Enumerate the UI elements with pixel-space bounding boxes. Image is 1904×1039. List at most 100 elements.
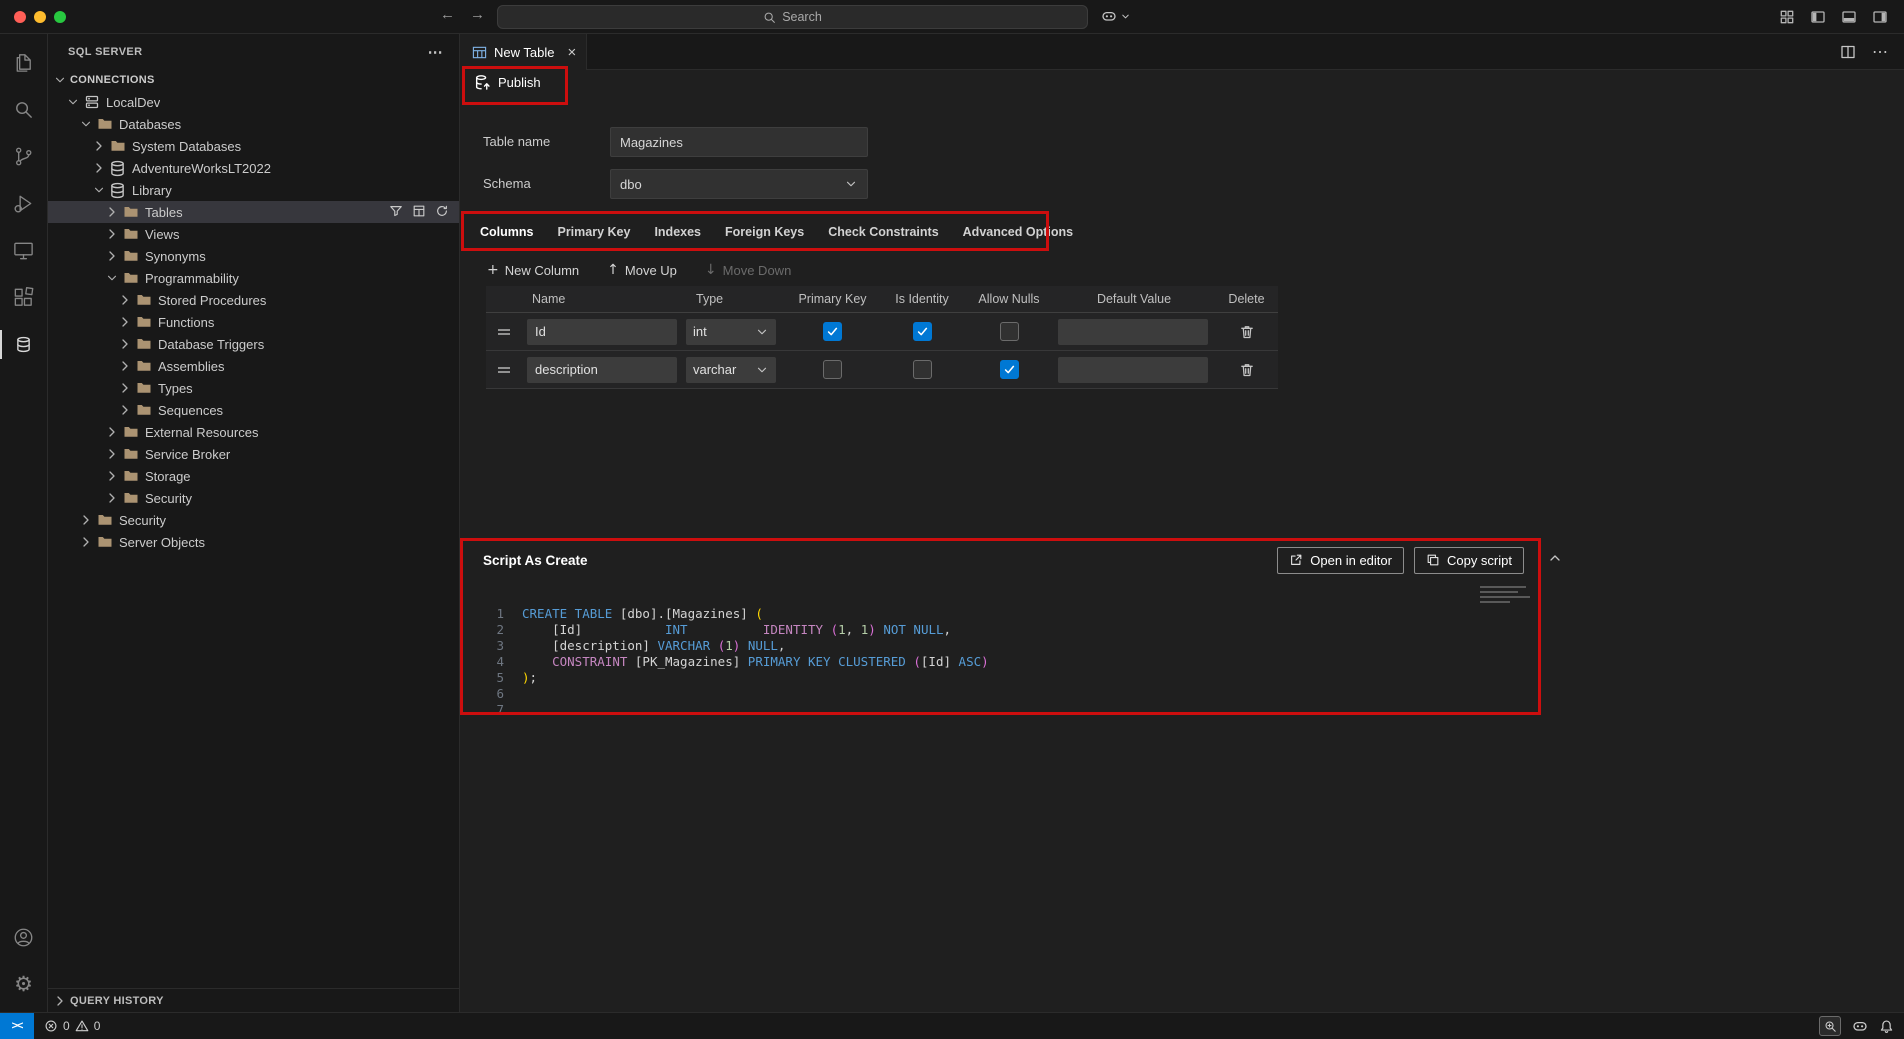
schema-select[interactable]: dbo — [610, 169, 868, 199]
designer-tab-columns[interactable]: Columns — [468, 215, 545, 251]
copilot-status-icon[interactable] — [1852, 1018, 1868, 1034]
script-button-copy-script[interactable]: Copy script — [1414, 547, 1524, 574]
activity-item-sql-server[interactable] — [0, 321, 48, 368]
close-window-button[interactable] — [14, 11, 26, 23]
allow-nulls-checkbox[interactable] — [1000, 360, 1019, 379]
title-bar: ← → Search — [0, 0, 1904, 34]
column-header-allow-nulls: Allow Nulls — [965, 292, 1053, 306]
back-icon[interactable]: ← — [440, 6, 455, 23]
delete-row-icon[interactable] — [1239, 324, 1255, 340]
column-type-value: int — [693, 324, 707, 339]
default-value-input[interactable] — [1058, 319, 1208, 345]
open-external-icon — [1289, 553, 1303, 567]
drag-handle[interactable] — [486, 328, 522, 336]
collapse-script-icon[interactable] — [1547, 550, 1563, 566]
tree-item-system-databases[interactable]: System Databases — [48, 135, 459, 157]
command-center-search[interactable]: Search — [497, 5, 1088, 29]
toggle-secondary-sidebar-icon[interactable] — [1872, 9, 1888, 25]
copilot-menu[interactable] — [1101, 8, 1131, 24]
toggle-panel-icon[interactable] — [1841, 9, 1857, 25]
tree-action-filter-icon[interactable] — [389, 204, 403, 221]
table-name-input[interactable] — [610, 127, 868, 157]
column-name-input[interactable] — [527, 319, 677, 345]
tree-item-localdev[interactable]: LocalDev — [48, 91, 459, 113]
tree-item-database-triggers[interactable]: Database Triggers — [48, 333, 459, 355]
activity-item-remote-explorer[interactable] — [0, 227, 48, 274]
tree-item-programmability[interactable]: Programmability — [48, 267, 459, 289]
allow-nulls-checkbox[interactable] — [1000, 322, 1019, 341]
folder-icon — [122, 204, 139, 220]
tree-item-server-objects[interactable]: Server Objects — [48, 531, 459, 553]
toggle-primary-sidebar-icon[interactable] — [1810, 9, 1826, 25]
chevron-right-icon — [104, 226, 120, 242]
toolbar-move-up[interactable]: ↑Move Up — [607, 263, 677, 278]
default-value-input[interactable] — [1058, 357, 1208, 383]
notifications-bell-icon[interactable] — [1879, 1019, 1894, 1034]
chevron-down-icon — [1120, 11, 1131, 22]
activity-item-settings[interactable]: ⚙ — [0, 961, 48, 1008]
activity-item-extensions[interactable] — [0, 274, 48, 321]
tree-item-databases[interactable]: Databases — [48, 113, 459, 135]
close-tab-icon[interactable]: × — [567, 44, 576, 61]
delete-row-icon[interactable] — [1239, 362, 1255, 378]
sidebar-section-connections[interactable]: CONNECTIONS — [48, 69, 459, 91]
sidebar-more-actions-icon[interactable]: ⋯ — [428, 43, 443, 61]
primary-key-checkbox[interactable] — [823, 360, 842, 379]
toolbar-new-column[interactable]: +New Column — [487, 263, 579, 278]
zoom-window-button[interactable] — [54, 11, 66, 23]
column-type-select[interactable]: varchar — [686, 357, 776, 383]
tree-item-security[interactable]: Security — [48, 509, 459, 531]
split-editor-icon[interactable] — [1840, 44, 1856, 60]
tree-item-assemblies[interactable]: Assemblies — [48, 355, 459, 377]
is-identity-checkbox[interactable] — [913, 322, 932, 341]
minimize-window-button[interactable] — [34, 11, 46, 23]
designer-tab-indexes[interactable]: Indexes — [642, 215, 713, 251]
problems-indicator[interactable]: 0 0 — [44, 1019, 100, 1033]
column-type-select[interactable]: int — [686, 319, 776, 345]
tree-item-security[interactable]: Security — [48, 487, 459, 509]
primary-key-checkbox[interactable] — [823, 322, 842, 341]
chevron-right-icon — [104, 248, 120, 264]
customize-layout-icon[interactable] — [1779, 9, 1795, 25]
tree-item-views[interactable]: Views — [48, 223, 459, 245]
query-history-section[interactable]: QUERY HISTORY — [48, 988, 459, 1012]
forward-icon[interactable]: → — [470, 6, 485, 23]
tree-item-functions[interactable]: Functions — [48, 311, 459, 333]
designer-tab-primary-key[interactable]: Primary Key — [545, 215, 642, 251]
tree-item-storage[interactable]: Storage — [48, 465, 459, 487]
script-button-open-in-editor[interactable]: Open in editor — [1277, 547, 1404, 574]
designer-tab-check-constraints[interactable]: Check Constraints — [816, 215, 950, 251]
tree-item-external-resources[interactable]: External Resources — [48, 421, 459, 443]
tab-new-table[interactable]: New Table × — [460, 34, 587, 70]
designer-tab-foreign-keys[interactable]: Foreign Keys — [713, 215, 816, 251]
drag-handle[interactable] — [486, 366, 522, 374]
tree-item-service-broker[interactable]: Service Broker — [48, 443, 459, 465]
activity-item-source-control[interactable] — [0, 133, 48, 180]
code-line: 6 — [464, 686, 1459, 702]
activity-item-accounts[interactable] — [0, 914, 48, 961]
tree-item-adventureworkslt2022[interactable]: AdventureWorksLT2022 — [48, 157, 459, 179]
tree-item-stored-procedures[interactable]: Stored Procedures — [48, 289, 459, 311]
column-name-input[interactable] — [527, 357, 677, 383]
tree-item-tables[interactable]: Tables — [48, 201, 459, 223]
editor-more-actions-icon[interactable]: ⋯ — [1872, 42, 1888, 62]
activity-item-run-debug[interactable] — [0, 180, 48, 227]
tree-action-table-grid-icon[interactable] — [412, 204, 426, 221]
tree-item-label: Storage — [145, 469, 191, 484]
activity-item-search[interactable] — [0, 86, 48, 133]
tree-item-sequences[interactable]: Sequences — [48, 399, 459, 421]
tree-item-types[interactable]: Types — [48, 377, 459, 399]
chevron-right-icon — [104, 490, 120, 506]
designer-tab-advanced-options[interactable]: Advanced Options — [951, 215, 1085, 251]
remote-indicator[interactable]: >< — [0, 1013, 34, 1039]
database-icon — [15, 336, 32, 353]
tree-item-library[interactable]: Library — [48, 179, 459, 201]
files-icon — [12, 51, 35, 74]
tree-action-refresh-icon[interactable] — [435, 204, 449, 221]
zoom-indicator[interactable] — [1819, 1016, 1841, 1036]
is-identity-checkbox[interactable] — [913, 360, 932, 379]
publish-button[interactable]: Publish — [474, 74, 541, 91]
tree-item-synonyms[interactable]: Synonyms — [48, 245, 459, 267]
tree-item-label: AdventureWorksLT2022 — [132, 161, 271, 176]
activity-item-explorer[interactable] — [0, 39, 48, 86]
